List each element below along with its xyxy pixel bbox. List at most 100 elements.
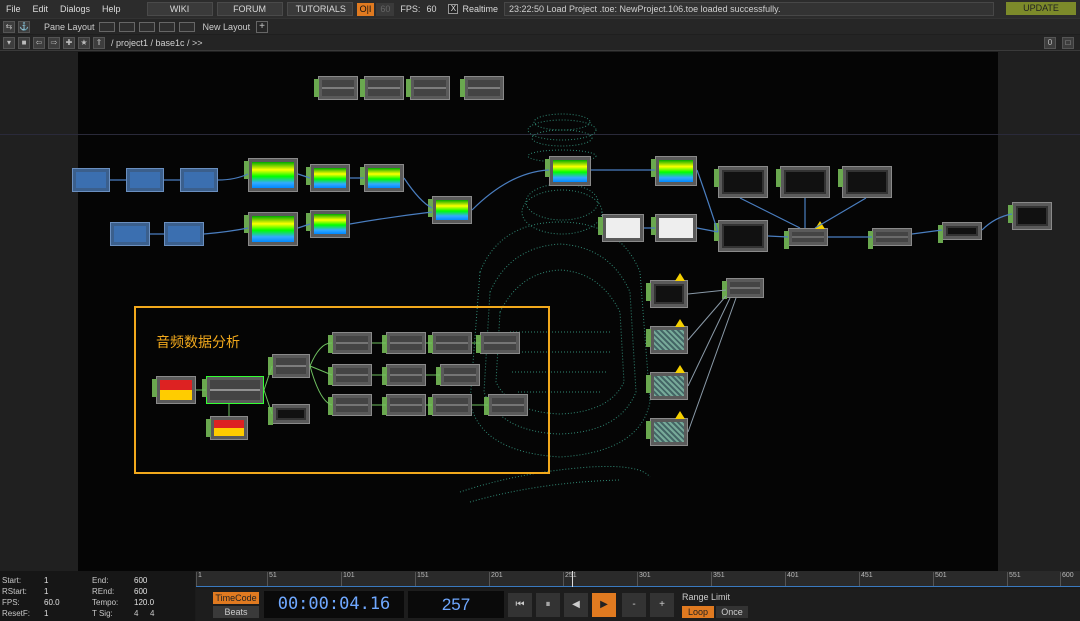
pane-id-button[interactable]: 0 — [1044, 37, 1056, 49]
perf-monitor-button[interactable]: O|I — [356, 2, 375, 16]
node-audio-device[interactable] — [206, 416, 248, 440]
node-band-2b[interactable] — [382, 364, 426, 386]
node-band-3a[interactable] — [328, 394, 372, 416]
timecode-display[interactable]: 00:00:04.16 — [264, 591, 404, 618]
node-band-2c[interactable] — [436, 364, 480, 386]
tempo-value[interactable]: 120.0 — [134, 598, 164, 607]
update-button[interactable]: UPDATE — [1006, 2, 1076, 15]
maximize-pane-button[interactable]: □ — [1062, 37, 1074, 49]
step-back-icon[interactable]: ◀ — [564, 593, 588, 617]
node-top-4[interactable] — [460, 76, 504, 100]
slower-button[interactable]: - — [622, 593, 646, 617]
node-comp-1[interactable] — [784, 221, 828, 249]
node-band-3c[interactable] — [428, 394, 472, 416]
node-spectrum-2[interactable] — [306, 164, 350, 192]
node-band-3d[interactable] — [484, 394, 528, 416]
playhead[interactable] — [572, 571, 573, 587]
node-spectrum-6[interactable] — [428, 196, 472, 224]
layout-4-icon[interactable] — [158, 21, 175, 32]
node-band-1b[interactable] — [382, 332, 426, 354]
node-band-1c[interactable] — [428, 332, 472, 354]
node-noise-2[interactable] — [646, 319, 688, 354]
timecode-mode-button[interactable]: TimeCode — [213, 592, 259, 604]
node-white-1[interactable] — [598, 214, 644, 242]
forward-icon[interactable]: ⇨ — [48, 36, 60, 49]
node-band-2a[interactable] — [328, 364, 372, 386]
node-spectrum-7[interactable] — [545, 156, 591, 186]
beats-mode-button[interactable]: Beats — [213, 606, 259, 618]
menu-dialogs[interactable]: Dialogs — [54, 0, 96, 18]
rend-value[interactable]: 600 — [134, 587, 164, 596]
new-layout-label[interactable]: New Layout — [203, 22, 251, 32]
node-audio-spectrum[interactable] — [202, 376, 264, 404]
node-audio-in[interactable] — [152, 376, 196, 404]
back-icon[interactable]: ⇦ — [33, 36, 45, 49]
node-band-3b[interactable] — [382, 394, 426, 416]
end-value[interactable]: 600 — [134, 576, 164, 585]
node-top-3[interactable] — [406, 76, 450, 100]
node-movie-3[interactable] — [180, 168, 218, 192]
faster-button[interactable]: + — [650, 593, 674, 617]
node-spectrum-4[interactable] — [244, 212, 298, 246]
node-spectrum-1[interactable] — [244, 158, 298, 192]
layout-1-icon[interactable] — [98, 21, 115, 32]
frame-display[interactable]: 257 — [408, 591, 504, 618]
tutorials-button[interactable]: TUTORIALS — [286, 2, 353, 16]
play-icon[interactable]: ▶ — [592, 593, 616, 617]
menu-file[interactable]: File — [0, 0, 27, 18]
forum-button[interactable]: FORUM — [216, 2, 283, 16]
node-spectrum-5[interactable] — [306, 210, 350, 238]
rstart-value[interactable]: 1 — [44, 587, 74, 596]
node-dark-4[interactable] — [714, 220, 768, 252]
node-top-2[interactable] — [360, 76, 404, 100]
node-noise-1[interactable] — [646, 273, 688, 308]
pause-icon[interactable]: ⏸ — [536, 593, 560, 617]
stop-icon[interactable]: ■ — [18, 36, 30, 49]
node-switch[interactable] — [722, 278, 764, 299]
timeline-ruler[interactable]: 1 51 101 151 201 251 301 351 401 451 501… — [196, 571, 1080, 587]
breadcrumb[interactable]: / project1 / base1c / >> — [111, 38, 203, 48]
network-editor[interactable]: 音频数据分析 — [0, 52, 1080, 571]
node-movie-5[interactable] — [164, 222, 204, 246]
add-layout-button[interactable]: + — [256, 20, 269, 33]
tsig-value-1[interactable]: 4 — [134, 609, 150, 618]
node-noise-3[interactable] — [646, 365, 688, 400]
node-spectrum-8[interactable] — [651, 156, 697, 186]
tsig-value-2[interactable]: 4 — [150, 609, 166, 618]
node-band-1a[interactable] — [328, 332, 372, 354]
node-comp-2[interactable] — [868, 228, 912, 249]
node-dark-3[interactable] — [838, 166, 892, 198]
pane-split-icon[interactable]: ⇆ — [3, 20, 15, 33]
node-dark-1[interactable] — [714, 166, 768, 198]
node-movie-4[interactable] — [110, 222, 150, 246]
node-spectrum-3[interactable] — [360, 164, 404, 192]
layout-3-icon[interactable] — [138, 21, 155, 32]
layout-2-icon[interactable] — [118, 21, 135, 32]
anchor-icon[interactable]: ⚓ — [18, 20, 30, 33]
node-white-2[interactable] — [651, 214, 697, 242]
pane-menu-icon[interactable]: ▾ — [3, 36, 15, 49]
node-noise-4[interactable] — [646, 411, 688, 446]
node-movie-2[interactable] — [126, 168, 164, 192]
node-dark-2[interactable] — [776, 166, 830, 198]
fps-value-bottom[interactable]: 60.0 — [44, 598, 74, 607]
menu-help[interactable]: Help — [96, 0, 127, 18]
resetf-value[interactable]: 1 — [44, 609, 74, 618]
realtime-checkbox[interactable]: X — [448, 4, 459, 14]
bookmark-icon[interactable]: ★ — [78, 36, 90, 49]
node-movie-1[interactable] — [72, 168, 110, 192]
loop-button[interactable]: Loop — [682, 606, 714, 618]
fps-cap-field[interactable]: 60 — [376, 2, 395, 16]
node-top-1[interactable] — [314, 76, 358, 100]
node-band-1d[interactable] — [476, 332, 520, 354]
node-analyze-2[interactable] — [268, 404, 310, 425]
up-icon[interactable]: ⇑ — [93, 36, 105, 49]
wiki-button[interactable]: WIKI — [146, 2, 213, 16]
menu-edit[interactable]: Edit — [27, 0, 55, 18]
node-comp-3[interactable] — [938, 222, 982, 243]
layout-5-icon[interactable] — [178, 21, 195, 32]
node-out[interactable] — [1008, 202, 1052, 230]
start-value[interactable]: 1 — [44, 576, 74, 585]
once-button[interactable]: Once — [716, 606, 748, 618]
node-analyze-1[interactable] — [268, 354, 310, 378]
